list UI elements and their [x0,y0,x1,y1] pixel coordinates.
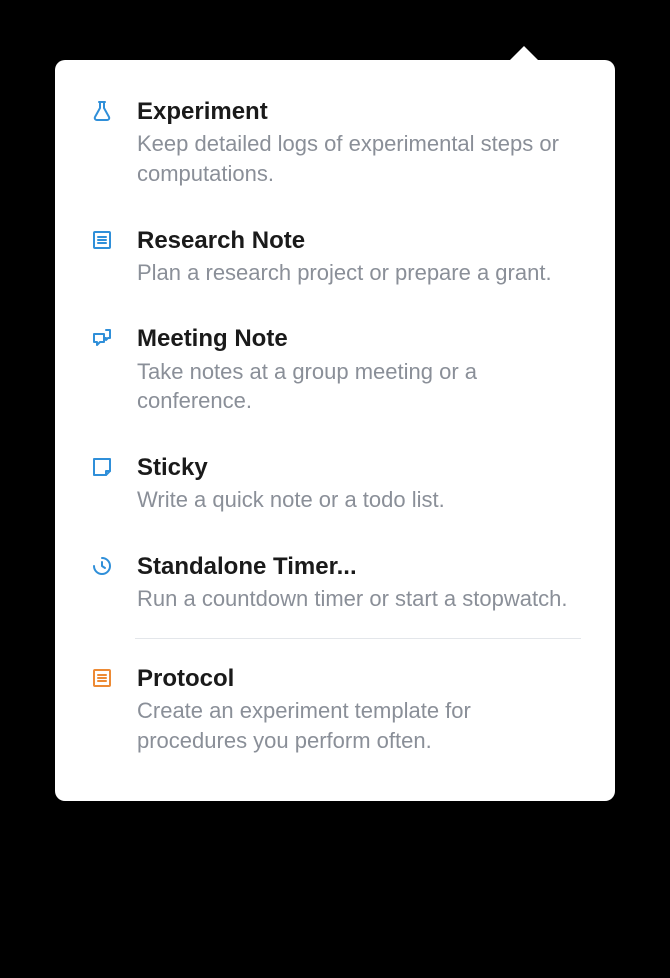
menu-item-text: Research Note Plan a research project or… [137,225,581,288]
protocol-icon [89,665,115,691]
menu-item-text: Protocol Create an experiment template f… [137,663,581,756]
sticky-icon [89,454,115,480]
menu-item-title: Protocol [137,663,581,694]
menu-item-desc: Take notes at a group meeting or a confe… [137,357,581,416]
menu-item-desc: Run a countdown timer or start a stopwat… [137,584,581,614]
menu-item-title: Experiment [137,96,581,127]
lines-icon [89,227,115,253]
create-menu-popover: Experiment Keep detailed logs of experim… [55,60,615,801]
menu-item-title: Meeting Note [137,323,581,354]
menu-item-text: Sticky Write a quick note or a todo list… [137,452,581,515]
menu-item-desc: Write a quick note or a todo list. [137,485,581,515]
menu-item-title: Sticky [137,452,581,483]
menu-item-protocol[interactable]: Protocol Create an experiment template f… [55,645,615,774]
menu-item-text: Meeting Note Take notes at a group meeti… [137,323,581,416]
menu-item-text: Standalone Timer... Run a countdown time… [137,551,581,614]
menu-item-research-note[interactable]: Research Note Plan a research project or… [55,207,615,306]
menu-item-sticky[interactable]: Sticky Write a quick note or a todo list… [55,434,615,533]
menu-item-timer[interactable]: Standalone Timer... Run a countdown time… [55,533,615,632]
menu-item-title: Standalone Timer... [137,551,581,582]
menu-item-experiment[interactable]: Experiment Keep detailed logs of experim… [55,78,615,207]
menu-item-desc: Plan a research project or prepare a gra… [137,258,581,288]
timer-icon [89,553,115,579]
menu-item-desc: Keep detailed logs of experimental steps… [137,129,581,188]
menu-item-text: Experiment Keep detailed logs of experim… [137,96,581,189]
chat-icon [89,325,115,351]
menu-item-desc: Create an experiment template for proced… [137,696,581,755]
menu-item-meeting-note[interactable]: Meeting Note Take notes at a group meeti… [55,305,615,434]
flask-icon [89,98,115,124]
menu-item-title: Research Note [137,225,581,256]
menu-divider [135,638,581,639]
